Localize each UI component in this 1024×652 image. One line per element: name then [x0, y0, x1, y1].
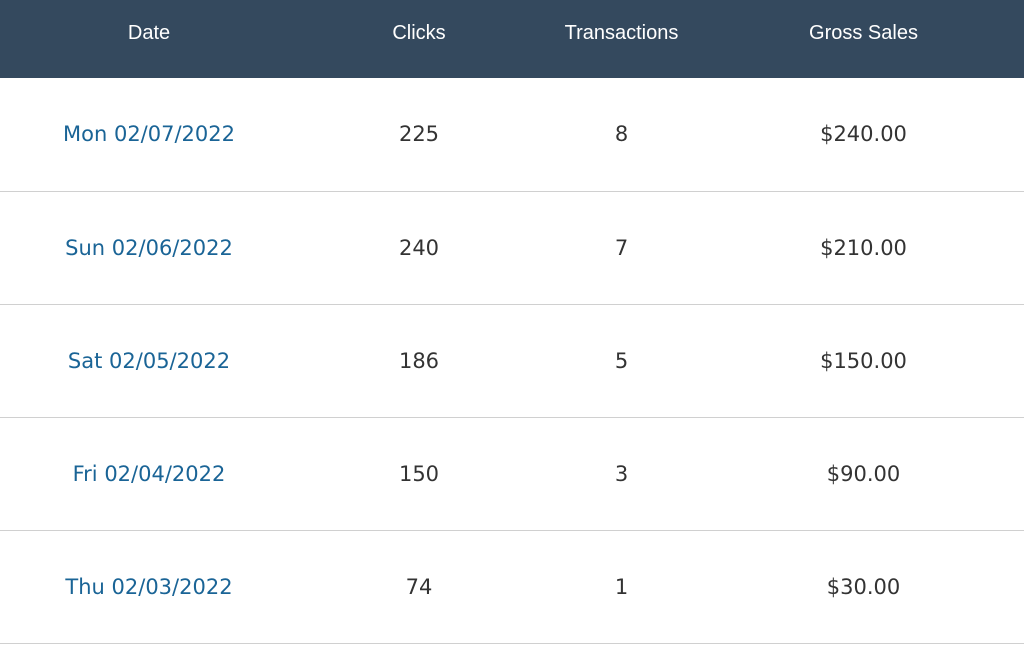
- gross-sales-cell: $240.00: [820, 122, 907, 147]
- date-cell: Sun 02/06/2022: [0, 191, 298, 304]
- clicks-cell: 240: [398, 235, 440, 260]
- table-row: Sun 02/06/2022 240 7 $210.00: [0, 191, 1024, 304]
- clicks-cell: 186: [398, 348, 440, 373]
- table-header: Date Clicks Transactions Gross Sales: [0, 0, 1024, 78]
- date-link[interactable]: Fri 02/04/2022: [73, 462, 226, 486]
- column-header-date[interactable]: Date: [0, 0, 298, 78]
- table-row: Fri 02/04/2022 150 3 $90.00: [0, 417, 1024, 530]
- date-cell: Sat 02/05/2022: [0, 304, 298, 417]
- transactions-cell: 5: [614, 348, 629, 373]
- transactions-cell: 8: [614, 122, 629, 147]
- daily-stats-table: Date Clicks Transactions Gross Sales Mon…: [0, 0, 1024, 644]
- column-header-transactions[interactable]: Transactions: [540, 0, 703, 78]
- column-header-gross-sales[interactable]: Gross Sales: [703, 0, 1024, 78]
- gross-sales-cell: $30.00: [826, 574, 901, 599]
- clicks-cell: 225: [398, 122, 440, 147]
- table-body: Mon 02/07/2022 225 8 $240.00 Sun 02/06/2…: [0, 78, 1024, 643]
- gross-sales-cell: $210.00: [820, 235, 907, 260]
- gross-sales-cell: $150.00: [820, 348, 907, 373]
- date-cell: Fri 02/04/2022: [0, 417, 298, 530]
- clicks-cell: 74: [405, 574, 433, 599]
- clicks-cell: 150: [398, 461, 440, 486]
- column-header-clicks[interactable]: Clicks: [298, 0, 540, 78]
- date-link[interactable]: Sun 02/06/2022: [65, 236, 233, 260]
- header-row: Date Clicks Transactions Gross Sales: [0, 0, 1024, 78]
- transactions-cell: 1: [614, 574, 629, 599]
- transactions-cell: 7: [614, 235, 629, 260]
- date-link[interactable]: Thu 02/03/2022: [65, 575, 232, 599]
- gross-sales-cell: $90.00: [826, 461, 901, 486]
- date-link[interactable]: Sat 02/05/2022: [68, 349, 230, 373]
- transactions-cell: 3: [614, 461, 629, 486]
- table-row: Sat 02/05/2022 186 5 $150.00: [0, 304, 1024, 417]
- date-link[interactable]: Mon 02/07/2022: [63, 122, 235, 146]
- date-cell: Thu 02/03/2022: [0, 530, 298, 643]
- table-row: Mon 02/07/2022 225 8 $240.00: [0, 78, 1024, 191]
- date-cell: Mon 02/07/2022: [0, 78, 298, 191]
- table-row: Thu 02/03/2022 74 1 $30.00: [0, 530, 1024, 643]
